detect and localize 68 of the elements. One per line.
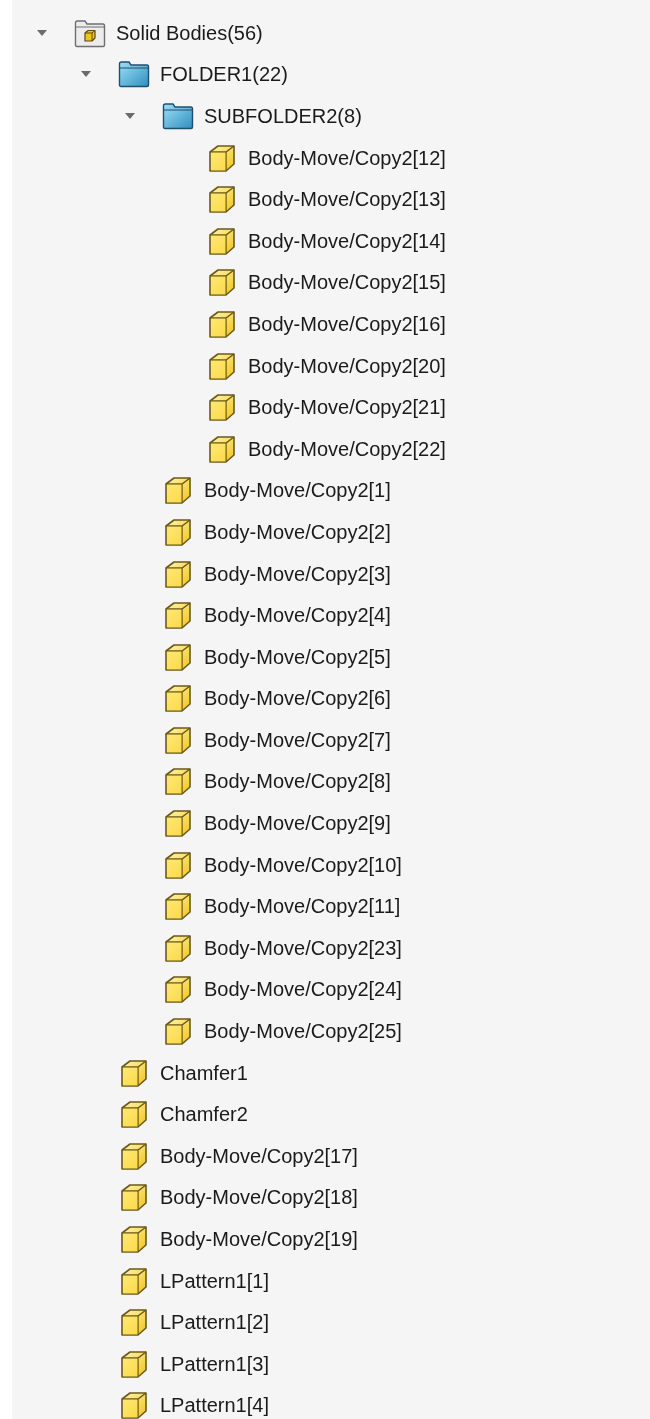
tree-item-label[interactable]: Body-Move/Copy2[10] xyxy=(204,854,402,875)
cube-icon xyxy=(119,1224,149,1254)
cube-icon xyxy=(163,891,193,922)
folder-cube-icon xyxy=(74,17,106,48)
cube-icon xyxy=(207,267,237,298)
tree-item-label[interactable]: Chamfer1 xyxy=(160,1062,248,1083)
cube-icon xyxy=(119,1307,149,1338)
tree-item-label[interactable]: LPattern1[1] xyxy=(160,1270,269,1291)
tree-item-label[interactable]: LPattern1[4] xyxy=(160,1395,269,1416)
cube-icon xyxy=(119,1390,149,1419)
cube-icon xyxy=(163,516,193,547)
tree-item-label[interactable]: Body-Move/Copy2[4] xyxy=(204,605,391,626)
tree-item-label[interactable]: Body-Move/Copy2[3] xyxy=(204,563,391,584)
tree-item-label[interactable]: Body-Move/Copy2[1] xyxy=(204,480,391,501)
cube-icon xyxy=(119,1140,149,1171)
cube-icon xyxy=(119,1182,149,1213)
tree-item-label[interactable]: Body-Move/Copy2[13] xyxy=(248,189,446,210)
cube-icon xyxy=(163,558,193,589)
tree-item-label[interactable]: Body-Move/Copy2[6] xyxy=(204,688,391,709)
cube-icon xyxy=(163,641,193,672)
cube-icon xyxy=(163,766,193,797)
cube-icon xyxy=(119,1057,149,1088)
cube-icon xyxy=(163,932,193,963)
folder-icon xyxy=(118,60,150,89)
tree-item-label[interactable]: SUBFOLDER2(8) xyxy=(204,106,362,126)
cube-icon xyxy=(207,433,237,464)
tree-item-label[interactable]: Body-Move/Copy2[21] xyxy=(248,397,446,418)
cube-icon xyxy=(119,1099,149,1130)
cube-icon xyxy=(207,184,237,215)
tree-item-label[interactable]: Body-Move/Copy2[19] xyxy=(160,1229,358,1249)
tree-item-label[interactable]: Body-Move/Copy2[25] xyxy=(204,1021,402,1042)
tree-item-label[interactable]: Body-Move/Copy2[14] xyxy=(248,230,446,251)
tree-item-label[interactable]: Body-Move/Copy2[18] xyxy=(160,1187,358,1208)
cube-icon xyxy=(163,849,193,880)
cube-icon xyxy=(163,1016,193,1047)
tree-item-label[interactable]: Body-Move/Copy2[2] xyxy=(204,521,391,542)
tree-item-label[interactable]: Body-Move/Copy2[22] xyxy=(248,438,446,459)
cube-icon xyxy=(163,724,193,755)
tree-item-label[interactable]: Body-Move/Copy2[20] xyxy=(248,355,446,376)
tree-item-label[interactable]: Body-Move/Copy2[9] xyxy=(204,813,391,834)
cube-icon xyxy=(163,683,193,714)
tree-item-label[interactable]: Body-Move/Copy2[12] xyxy=(248,147,446,168)
cube-icon xyxy=(119,1348,149,1379)
cube-icon xyxy=(163,808,193,839)
tree-item-label[interactable]: Body-Move/Copy2[7] xyxy=(204,729,391,750)
tree-item-label[interactable]: Chamfer2 xyxy=(160,1104,248,1125)
cube-icon xyxy=(163,475,193,506)
tree-item-label[interactable]: Body-Move/Copy2[11] xyxy=(204,896,401,917)
tree-item-label[interactable]: FOLDER1(22) xyxy=(160,64,288,85)
cube-icon xyxy=(207,308,237,339)
tree-item-label[interactable]: Body-Move/Copy2[5] xyxy=(204,646,391,667)
tree-item-label[interactable]: LPattern1[3] xyxy=(160,1353,269,1374)
cube-icon xyxy=(207,350,237,381)
cube-icon xyxy=(207,392,237,423)
cube-icon xyxy=(163,600,193,631)
cube-icon xyxy=(163,974,193,1005)
folder-icon xyxy=(162,102,194,130)
cube-icon xyxy=(207,142,237,173)
tree-item-label[interactable]: Body-Move/Copy2[15] xyxy=(248,272,446,293)
tree-item-label[interactable]: Body-Move/Copy2[24] xyxy=(204,979,402,1000)
cube-icon xyxy=(119,1265,149,1296)
tree-item-label[interactable]: Body-Move/Copy2[8] xyxy=(204,771,391,792)
tree-item-label[interactable]: Body-Move/Copy2[23] xyxy=(204,937,402,958)
tree-item-label[interactable]: Body-Move/Copy2[16] xyxy=(248,313,446,334)
tree-item-label[interactable]: Solid Bodies(56) xyxy=(116,22,263,43)
tree-item-label[interactable]: LPattern1[2] xyxy=(160,1312,269,1333)
cube-icon xyxy=(207,225,237,256)
tree-item-label[interactable]: Body-Move/Copy2[17] xyxy=(160,1145,358,1166)
